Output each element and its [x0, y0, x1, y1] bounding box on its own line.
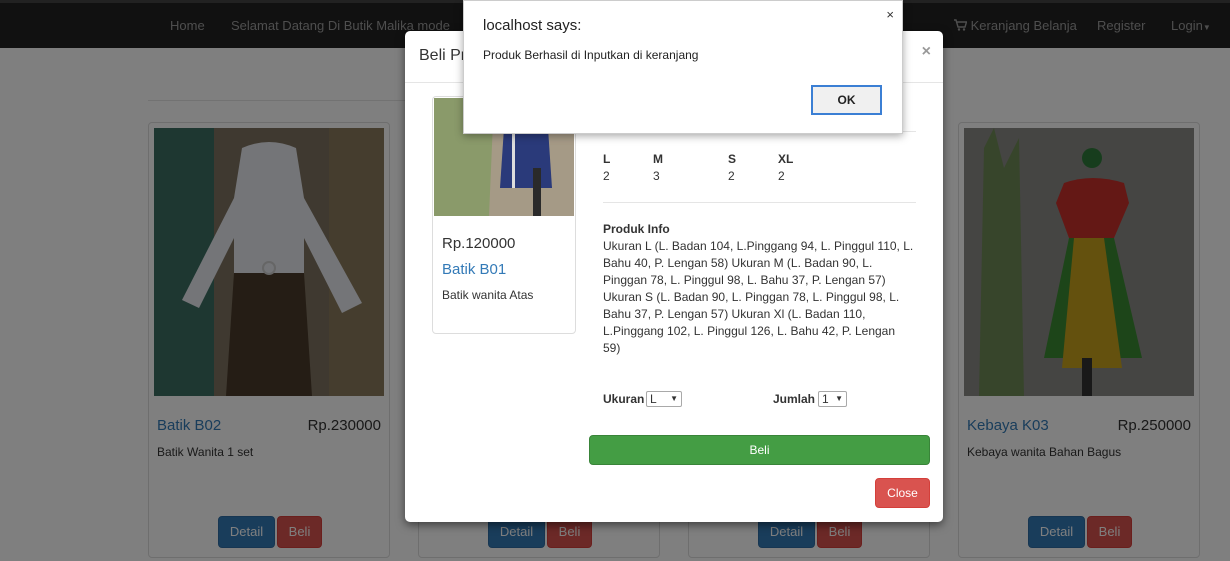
quantity-select-value: 1 [822, 392, 829, 406]
product-price: Rp.120000 [442, 235, 516, 252]
product-info-title: Produk Info [603, 222, 670, 236]
alert-message: Produk Berhasil di Inputkan di keranjang [483, 48, 699, 62]
close-icon[interactable]: × [922, 43, 931, 61]
dropdown-arrow-icon: ▼ [835, 394, 843, 403]
close-button[interactable]: Close [875, 478, 930, 508]
product-name[interactable]: Batik B01 [442, 261, 506, 278]
size-select-value: L [650, 392, 657, 406]
browser-alert-dialog: localhost says: × Produk Berhasil di Inp… [463, 0, 903, 134]
beli-submit-button[interactable]: Beli [589, 435, 930, 465]
close-icon[interactable]: × [886, 7, 894, 22]
stock-size-header: M [653, 152, 663, 166]
stock-size-value: 3 [653, 169, 660, 183]
product-info-text: Ukuran L (L. Badan 104, L.Pinggang 94, L… [603, 239, 914, 355]
dropdown-arrow-icon: ▼ [670, 394, 678, 403]
product-description: Batik wanita Atas [442, 288, 534, 302]
stock-size-value: 2 [778, 169, 785, 183]
stock-size-header: L [603, 152, 611, 166]
size-select[interactable]: L ▼ [646, 391, 682, 407]
modal-title: Beli Pr [419, 47, 467, 64]
alert-title: localhost says: [483, 17, 582, 34]
stock-size-value: 2 [728, 169, 735, 183]
quantity-select[interactable]: 1 ▼ [818, 391, 847, 407]
stock-size-header: XL [778, 152, 794, 166]
quantity-label: Jumlah [773, 392, 816, 406]
stock-size-value: 2 [603, 169, 610, 183]
size-label: Ukuran [603, 392, 645, 406]
detail-divider [603, 202, 916, 203]
ok-button[interactable]: OK [811, 85, 882, 115]
stock-size-header: S [728, 152, 737, 166]
